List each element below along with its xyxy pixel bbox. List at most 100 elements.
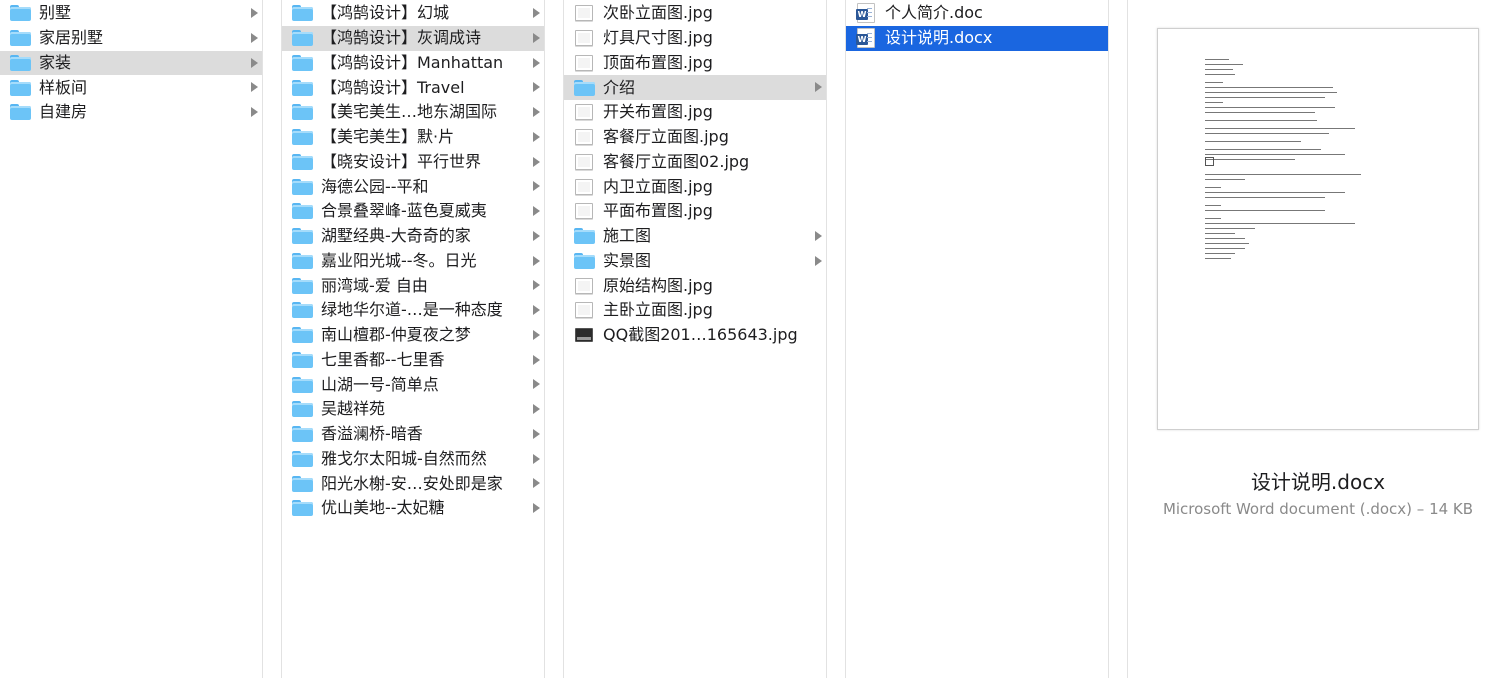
disclosure-arrow-icon [815,230,822,241]
thumbnail-text-line [1205,228,1255,230]
disclosure-arrow-icon [251,107,258,117]
list-item-label: 【美宅美生】默·片 [321,127,455,147]
list-item[interactable]: 【晓安设计】平行世界 [282,150,544,175]
folder-icon [292,401,313,418]
list-item[interactable]: 雅戈尔太阳城-自然而然 [282,447,544,472]
list-item[interactable]: 主卧立面图.jpg [564,298,826,323]
word-document-icon: W [856,3,875,24]
folder-icon [292,30,313,47]
disclosure-arrow-icon [533,379,540,390]
thumbnail-text-line [1205,210,1325,212]
list-item[interactable]: 自建房 [0,100,262,125]
list-item[interactable]: 合景叠翠峰-蓝色夏威夷 [282,199,544,224]
folder-icon [292,79,313,96]
list-item[interactable]: 客餐厅立面图.jpg [564,125,826,150]
list-item[interactable]: 原始结构图.jpg [564,273,826,298]
list-item-label: 合景叠翠峰-蓝色夏威夷 [321,201,487,221]
column-3[interactable]: 次卧立面图.jpg 灯具尺寸图.jpg 顶面布置图.jpg 介绍 开关布置图.jpg 客餐… [564,0,827,678]
folder-icon [574,252,595,269]
list-item-label: 平面布置图.jpg [603,201,713,221]
list-item[interactable]: 嘉业阳光城--冬。日光 [282,249,544,274]
thumbnail-text-line [1205,179,1245,181]
list-item[interactable]: 开关布置图.jpg [564,100,826,125]
list-item[interactable]: 山湖一号-简单点 [282,372,544,397]
thumbnail-text-line [1205,159,1295,161]
thumbnail-text-line [1205,92,1337,94]
folder-icon [574,79,595,96]
disclosure-arrow-icon [533,354,540,365]
thumbnail-text-line [1205,238,1245,240]
folder-icon [292,450,313,467]
folder-icon [292,5,313,22]
screenshot-file-icon [575,328,593,343]
list-item[interactable]: 【鸿鹄设计】Travel [282,75,544,100]
folder-icon [292,302,313,319]
list-item[interactable]: 样板间 [0,75,262,100]
thumbnail-text-line [1205,69,1233,71]
list-item[interactable]: 优山美地--太妃糖 [282,496,544,521]
finder-column-browser: 别墅 家居别墅家装样板间 自建房 【鸿鹄设计】幻城 【鸿鹄设计】灰调成诗 【鸿鹄设计】M… [0,0,1500,678]
image-file-icon [575,277,593,294]
thumbnail-text-line [1205,128,1355,130]
folder-icon [292,129,313,146]
disclosure-arrow-icon [251,8,258,18]
list-item[interactable]: 海德公园--平和 [282,174,544,199]
list-item[interactable]: 湖墅经典-大奇奇的家 [282,224,544,249]
list-item-label: 家装 [39,52,72,72]
list-item[interactable]: 吴越祥苑 [282,397,544,422]
folder-icon [10,5,31,22]
list-item[interactable]: 【鸿鹄设计】灰调成诗 [282,25,544,51]
list-item[interactable]: 次卧立面图.jpg [564,1,826,26]
list-item[interactable]: QQ截图201…165643.jpg [564,323,826,348]
list-item[interactable]: 南山檀郡-仲夏夜之梦 [282,323,544,348]
folder-icon [292,203,313,220]
list-item-label: 雅戈尔太阳城-自然而然 [321,448,487,468]
thumbnail-text-line [1205,258,1231,260]
list-item-label: 丽湾域-爱 自由 [321,275,428,295]
list-item[interactable]: 【鸿鹄设计】Manhattan [282,51,544,76]
list-item[interactable]: 客餐厅立面图02.jpg [564,150,826,175]
list-item[interactable]: 丽湾域-爱 自由 [282,273,544,298]
list-item-label: 自建房 [39,102,88,122]
list-item[interactable]: 【美宅美生】默·片 [282,125,544,150]
list-item[interactable]: 别墅 [0,1,262,26]
list-item[interactable]: 【美宅美生…地东湖国际 [282,100,544,125]
list-item[interactable]: 【鸿鹄设计】幻城 [282,1,544,26]
list-item[interactable]: 介绍 [564,75,826,100]
list-item[interactable]: 阳光水榭-安…安处即是家 [282,471,544,496]
list-item[interactable]: 香溢澜桥-暗香 [282,422,544,447]
disclosure-arrow-icon [533,156,540,167]
list-item[interactable]: 灯具尺寸图.jpg [564,26,826,51]
list-item[interactable]: 实景图 [564,249,826,274]
list-item[interactable]: 顶面布置图.jpg [564,51,826,76]
list-item[interactable]: 家居别墅 [0,26,262,51]
list-item[interactable]: 平面布置图.jpg [564,199,826,224]
list-item[interactable]: W 设计说明.docx [846,25,1108,51]
list-item-label: 阳光水榭-安…安处即是家 [321,473,503,493]
image-file-icon [575,302,593,319]
disclosure-arrow-icon [533,428,540,439]
list-item[interactable]: W 个人简介.doc [846,1,1108,26]
document-thumbnail[interactable] [1157,28,1479,430]
thumbnail-text-line [1205,102,1223,104]
column-1[interactable]: 别墅 家居别墅家装样板间 自建房 [0,0,263,678]
preview-file-name: 设计说明.docx [1250,470,1386,494]
list-item-label: 家居别墅 [39,28,104,48]
preview-pane: 设计说明.docx Microsoft Word document (.docx… [1128,0,1500,678]
thumbnail-text-line [1205,218,1221,220]
list-item[interactable]: 七里香都--七里香 [282,348,544,373]
thumbnail-text-line [1205,197,1325,199]
image-file-icon [575,54,593,71]
list-item[interactable]: 家装 [0,50,262,76]
image-file-icon [575,178,593,195]
column-4[interactable]: W 个人简介.doc W 设计说明.docx [846,0,1109,678]
column-2[interactable]: 【鸿鹄设计】幻城 【鸿鹄设计】灰调成诗 【鸿鹄设计】Manhattan 【鸿鹄设计】T… [282,0,545,678]
list-item-label: 设计说明.docx [885,28,993,48]
folder-icon [292,500,313,517]
list-item[interactable]: 内卫立面图.jpg [564,174,826,199]
list-item[interactable]: 施工图 [564,224,826,249]
folder-icon [292,426,313,443]
list-item[interactable]: 绿地华尔道-…是一种态度 [282,298,544,323]
list-item-label: 客餐厅立面图.jpg [603,127,729,147]
list-item-label: 顶面布置图.jpg [603,52,713,72]
